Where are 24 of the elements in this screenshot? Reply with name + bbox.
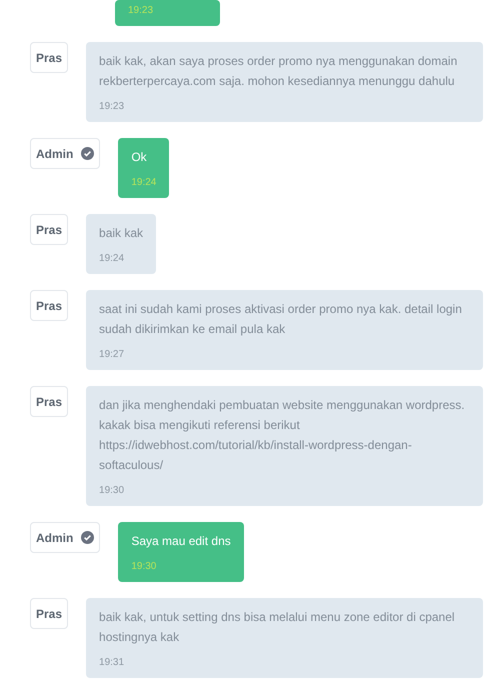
sender-name: Pras	[36, 50, 62, 66]
message-text: baik kak, akan saya proses order promo nya menggunakan domain rekberterpercaya.com saja. mohon kesediannya menunggu dahulu	[99, 53, 458, 90]
message-time: 19:23	[99, 101, 126, 113]
message-time: 19:24	[99, 253, 126, 265]
verified-check-icon	[81, 147, 94, 160]
sender-name: Pras	[36, 606, 62, 622]
sender-name: Admin	[36, 146, 74, 162]
message-time: 19:30	[99, 485, 126, 497]
message-time: 19:31	[99, 657, 126, 669]
message-text: Saya mau edit dns	[131, 533, 231, 550]
sender-name: Pras	[36, 298, 62, 314]
message-text: saat ini sudah kami proses aktivasi order promo nya kak. detail login sudah dikirimkan ke email pula kak	[99, 301, 463, 338]
sender-name: Admin	[36, 530, 74, 546]
message-time: 19:27	[99, 349, 126, 361]
message-text: baik kak	[99, 225, 144, 242]
message-text: dan jika menghendaki pembuatan website menggunakan wordpress. kakak bisa mengikuti referensi berikut https://idwebhost.com/tutorial/kb/install-wordpress-dengan-softaculous/	[99, 397, 466, 474]
message-time: 19:23	[128, 5, 154, 17]
message-time: 19:24	[131, 177, 156, 189]
message-text: baik kak, untuk setting dns bisa melalui menu zone editor di cpanel hostingnya kak	[99, 609, 456, 646]
message-text: Ok	[131, 149, 148, 166]
sender-name: Pras	[36, 394, 62, 410]
message-time: 19:30	[131, 561, 158, 573]
sender-name: Pras	[36, 222, 62, 238]
verified-check-icon	[81, 531, 94, 544]
